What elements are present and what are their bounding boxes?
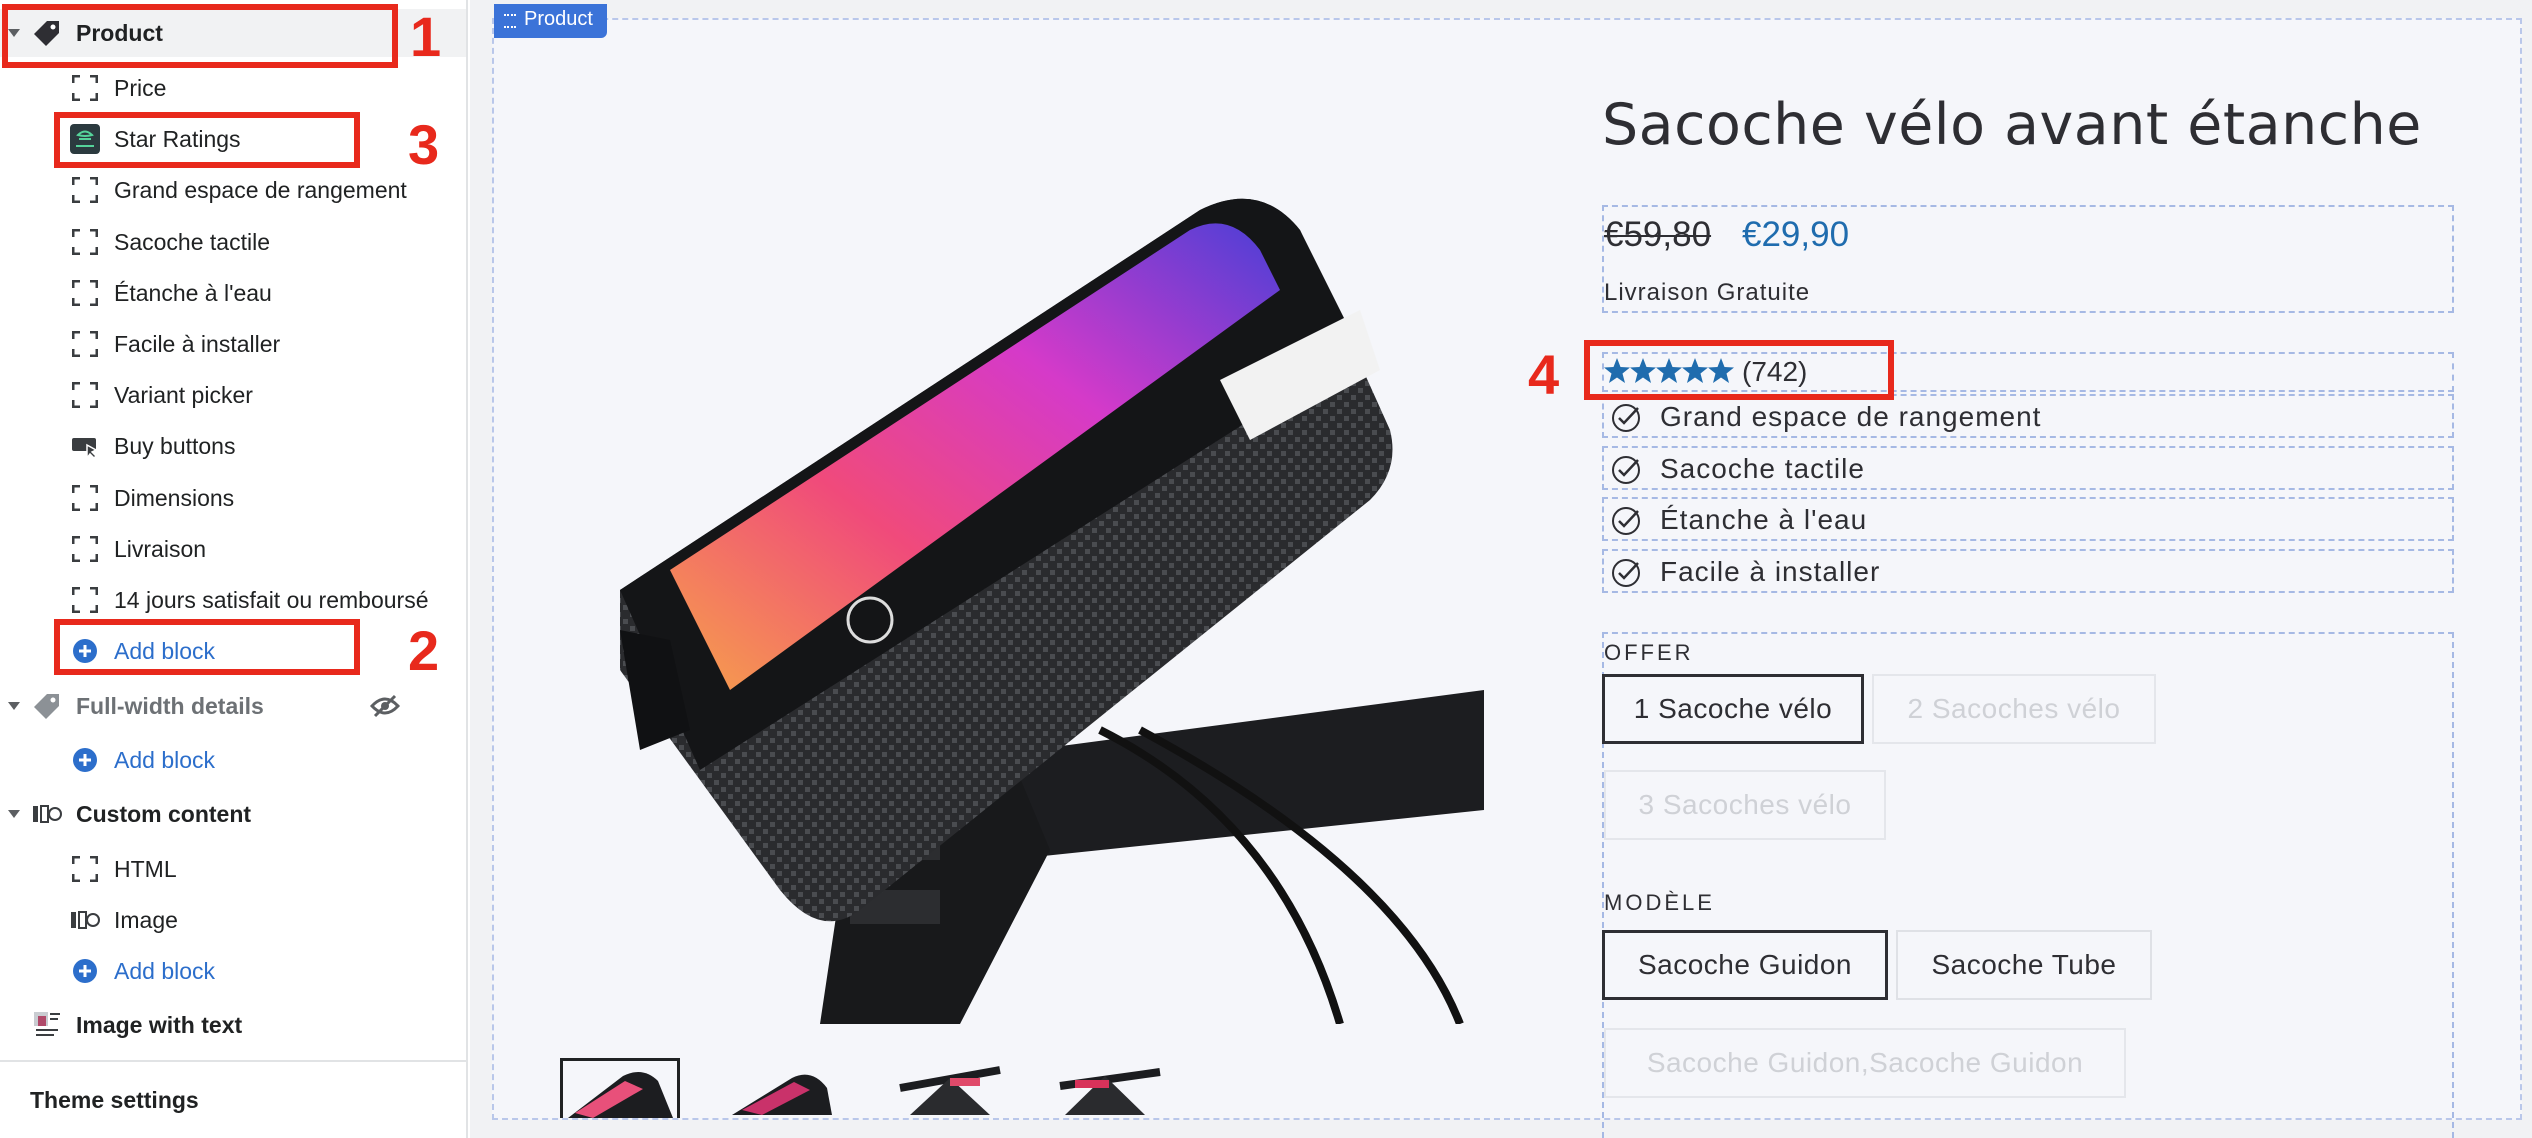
section-label: Custom content [76, 800, 252, 827]
product-title: Sacoche vélo avant étanche [1602, 92, 2422, 158]
block-label: Facile à installer [114, 330, 281, 357]
product-image[interactable] [580, 170, 1484, 1026]
block-buy-buttons[interactable]: Buy buttons [0, 422, 466, 470]
offer-label: OFFER [1604, 640, 1694, 665]
block-variant-picker[interactable]: Variant picker [0, 371, 466, 419]
section-label: Full-width details [76, 692, 264, 719]
block-label: HTML [114, 855, 177, 882]
section-full-width-details[interactable]: Full-width details [0, 682, 466, 730]
feature-text: Grand espace de rangement [1660, 401, 2042, 432]
add-block-label: Add block [114, 746, 216, 773]
annotation-number-1: 1 [410, 5, 442, 68]
model-label: MODÈLE [1604, 890, 1715, 915]
option-1-sacoche[interactable]: 1 Sacoche vélo [1602, 674, 1864, 744]
block-label: Sacoche tactile [114, 228, 270, 255]
block-facile[interactable]: Facile à installer [0, 320, 466, 368]
section-image-with-text[interactable]: Image with text [0, 1001, 466, 1049]
dashed-square-icon [70, 854, 100, 884]
price-block[interactable]: €59,80 €29,90 Livraison Gratuite [1602, 205, 2454, 313]
option-sacoche-guidon-combo[interactable]: Sacoche Guidon,Sacoche Guidon [1604, 1028, 2126, 1098]
buy-buttons-icon [70, 431, 100, 461]
dashed-square-icon [70, 278, 100, 308]
check-circle-icon [1610, 557, 1642, 589]
thumbnail-1[interactable] [560, 1058, 680, 1118]
check-circle-icon [1610, 454, 1642, 486]
sale-price: €29,90 [1742, 215, 1850, 254]
feature-block[interactable]: Grand espace de rangement [1602, 394, 2454, 438]
dashed-square-icon [70, 483, 100, 513]
plus-circle-icon [70, 956, 100, 986]
section-label: Image with text [76, 1011, 243, 1038]
feature-block[interactable]: Étanche à l'eau [1602, 497, 2454, 541]
option-sacoche-tube[interactable]: Sacoche Tube [1896, 930, 2152, 1000]
annotation-number-2: 2 [408, 619, 440, 682]
dashed-square-icon [70, 227, 100, 257]
feature-block[interactable]: Facile à installer [1602, 549, 2454, 593]
chevron-down-icon[interactable] [8, 810, 20, 818]
image-gallery-icon [32, 799, 62, 829]
block-label: Buy buttons [114, 432, 236, 459]
check-circle-icon [1610, 505, 1642, 537]
feature-text: Sacoche tactile [1660, 453, 1865, 484]
feature-text: Facile à installer [1660, 556, 1881, 587]
compare-at-price: €59,80 [1604, 215, 1712, 254]
theme-settings-button[interactable]: Theme settings [0, 1060, 466, 1138]
block-html[interactable]: HTML [0, 845, 466, 893]
add-block-button[interactable]: Add block [0, 736, 466, 784]
add-block-button[interactable]: Add block [0, 947, 466, 995]
block-label: Image [114, 906, 178, 933]
image-gallery-icon [70, 905, 100, 935]
block-price[interactable]: Price [0, 64, 466, 112]
option-3-sacoches[interactable]: 3 Sacoches vélo [1604, 770, 1886, 840]
thumbnail-4[interactable] [1050, 1058, 1170, 1118]
block-image[interactable]: Image [0, 896, 466, 944]
check-circle-icon [1610, 402, 1642, 434]
section-custom-content[interactable]: Custom content [0, 790, 466, 838]
annotation-number-3: 3 [408, 113, 440, 176]
annotation-box-3 [54, 112, 360, 168]
block-etanche[interactable]: Étanche à l'eau [0, 269, 466, 317]
block-grand-espace[interactable]: Grand espace de rangement [0, 166, 466, 214]
block-label: Étanche à l'eau [114, 279, 272, 306]
option-sacoche-guidon[interactable]: Sacoche Guidon [1602, 930, 1888, 1000]
dashed-square-icon [70, 380, 100, 410]
variant-picker-block[interactable]: OFFER 1 Sacoche vélo 2 Sacoches vélo 3 S… [1602, 632, 2454, 1138]
option-2-sacoches[interactable]: 2 Sacoches vélo [1872, 674, 2156, 744]
block-label: Grand espace de rangement [114, 176, 407, 203]
dashed-square-icon [70, 534, 100, 564]
annotation-number-4: 4 [1528, 343, 1560, 406]
block-livraison[interactable]: Livraison [0, 525, 466, 573]
block-label: Price [114, 74, 167, 101]
block-label: Dimensions [114, 484, 235, 511]
thumbnail-3[interactable] [890, 1058, 1010, 1118]
annotation-box-2 [54, 619, 360, 675]
block-satisfait[interactable]: 14 jours satisfait ou remboursé [0, 576, 466, 624]
block-label: Livraison [114, 535, 207, 562]
dashed-square-icon [70, 329, 100, 359]
block-sacoche-tactile[interactable]: Sacoche tactile [0, 218, 466, 266]
block-dimensions[interactable]: Dimensions [0, 474, 466, 522]
image-with-text-icon [32, 1010, 62, 1040]
annotation-box-1 [2, 4, 398, 68]
feature-block[interactable]: Sacoche tactile [1602, 446, 2454, 490]
block-label: 14 jours satisfait ou remboursé [114, 586, 429, 613]
dashed-square-icon [70, 175, 100, 205]
eye-hidden-icon[interactable] [370, 691, 400, 721]
chevron-down-icon[interactable] [8, 702, 20, 710]
theme-editor-sidebar: Product Price Star Ratings Grand espace … [0, 0, 468, 1138]
plus-circle-icon [70, 745, 100, 775]
dashed-square-icon [70, 73, 100, 103]
annotation-box-4 [1584, 340, 1894, 400]
delivery-text: Livraison Gratuite [1604, 279, 1811, 306]
feature-text: Étanche à l'eau [1660, 504, 1868, 535]
tag-icon [32, 691, 62, 721]
add-block-label: Add block [114, 957, 216, 984]
thumbnail-2[interactable] [722, 1058, 842, 1118]
block-label: Variant picker [114, 381, 253, 408]
section-tag[interactable]: Product [494, 4, 607, 38]
dashed-square-icon [70, 585, 100, 615]
